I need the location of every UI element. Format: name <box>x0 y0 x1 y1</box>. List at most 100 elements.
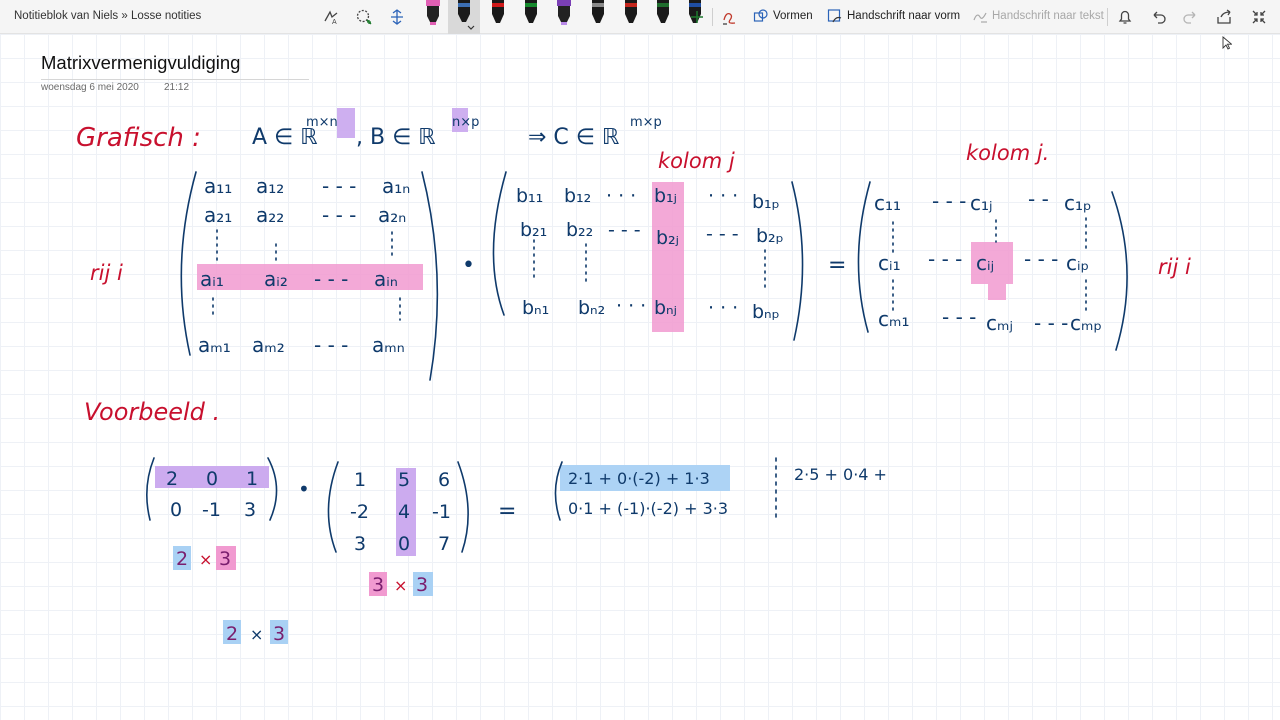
bn1: bₙ₁ <box>522 297 549 319</box>
dimC-rows: 2 <box>226 623 238 645</box>
a-dots-1: - - - <box>322 174 356 198</box>
exB-r1c2: 5 <box>398 469 410 491</box>
ai1: aᵢ₁ <box>200 267 224 291</box>
dimA-rows: 2 <box>176 548 188 570</box>
dimC-times: × <box>250 625 263 644</box>
a-dots-i: - - - <box>314 267 348 291</box>
matrix-A-right-bracket <box>421 171 439 381</box>
kolom-j-label: kolom j <box>658 149 735 173</box>
cmp: cₘₚ <box>1070 311 1102 335</box>
matrix-C: c₁₁ - - - c₁ⱼ - - c₁ₚ cᵢ₁ - - - cᵢⱼ - - … <box>874 187 1102 335</box>
ai2: aᵢ₂ <box>264 267 288 291</box>
b-dots-n: · · · <box>616 295 646 317</box>
voorbeeld-label: Voorbeeld . <box>84 398 220 426</box>
exA-r2c2: -1 <box>202 499 221 521</box>
a2n: a₂ₙ <box>378 203 406 227</box>
example-equals-sign: = <box>498 499 516 524</box>
amn: aₘₙ <box>372 333 405 357</box>
exB-r3c2: 0 <box>398 533 410 555</box>
b-dots-nb: · · · <box>708 297 738 319</box>
a-dots-m: - - - <box>314 333 348 357</box>
cm1: cₘ₁ <box>878 307 909 331</box>
exB-r2c1: -2 <box>350 501 369 523</box>
dimB-rows: 3 <box>372 574 384 596</box>
b1p: b₁ₚ <box>752 191 780 213</box>
bn2: bₙ₂ <box>578 297 605 319</box>
b2p: b₂ₚ <box>756 225 784 247</box>
exA-r1c3: 1 <box>246 468 258 490</box>
b-dots-2b: - - - <box>706 223 739 245</box>
dimension-C: 2 × 3 <box>226 623 285 645</box>
exB-r3c3: 7 <box>438 533 450 555</box>
dimB-cols: 3 <box>416 574 428 596</box>
matrix-B: b₁₁ b₁₂ · · · b₁ⱼ · · · b₁ₚ b₂₁ b₂₂ - - … <box>516 185 784 323</box>
example-matrix-B: 1 5 6 -2 4 -1 3 0 7 <box>350 469 451 555</box>
exA-r1c2: 0 <box>206 468 218 490</box>
a21: a₂₁ <box>204 203 232 227</box>
set-C: ⇒ C ∈ ℝ <box>528 125 619 150</box>
c-dots-1b: - - <box>1028 187 1049 211</box>
highlight-cij-tail <box>988 284 1006 300</box>
a22: a₂₂ <box>256 203 284 227</box>
c-dots-i: - - - <box>928 247 962 271</box>
ex-A-left-bracket <box>146 457 155 521</box>
exA-r2c1: 0 <box>170 499 182 521</box>
matrix-C-left-bracket <box>857 181 871 333</box>
exA-r1c1: 2 <box>166 468 178 490</box>
a11: a₁₁ <box>204 174 232 198</box>
rij-i-label: rij i <box>90 261 123 285</box>
c11: c₁₁ <box>874 191 901 215</box>
exB-r1c1: 1 <box>354 469 366 491</box>
example-side-expression: 2·5 + 0·4 + <box>794 465 887 484</box>
a12: a₁₂ <box>256 174 284 198</box>
matrix-A-left-bracket <box>180 171 197 356</box>
matrix-C-right-bracket <box>1111 191 1128 351</box>
cmj: cₘⱼ <box>986 311 1013 335</box>
grafisch-label: Grafisch : <box>76 123 201 153</box>
b2j: b₂ⱼ <box>656 227 679 249</box>
matrix-B-vdots <box>533 239 766 291</box>
set-B: , B ∈ ℝ <box>356 125 436 150</box>
am2: aₘ₂ <box>252 333 285 357</box>
exB-r3c1: 3 <box>354 533 366 555</box>
b1j: b₁ⱼ <box>654 185 677 207</box>
b-dots-1: · · · <box>606 185 636 207</box>
exB-r2c2: 4 <box>398 501 410 523</box>
highlight-n-A <box>337 108 355 138</box>
matrix-B-left-bracket <box>492 171 507 316</box>
ex-B-right-bracket <box>457 461 469 553</box>
ex-B-left-bracket <box>327 461 339 553</box>
dimA-times: × <box>199 550 212 569</box>
cij: cᵢⱼ <box>976 251 994 275</box>
am1: aₘ₁ <box>198 333 231 357</box>
bnp: bₙₚ <box>752 301 780 323</box>
mouse-cursor-icon <box>1222 36 1233 55</box>
rij-i-label-2: rij i <box>1158 255 1191 279</box>
dimension-B: 3 × 3 <box>372 574 428 596</box>
ci1: cᵢ₁ <box>878 251 901 275</box>
b22: b₂₂ <box>566 219 593 241</box>
b12: b₁₂ <box>564 185 591 207</box>
set-B-exponent: n×p <box>452 115 479 130</box>
ex-A-right-bracket <box>267 457 278 521</box>
dimA-cols: 3 <box>219 548 231 570</box>
c-dots-mb: - - - <box>1034 311 1068 335</box>
example-c11-expression: 2·1 + 0·(-2) + 1·3 <box>568 469 710 488</box>
b21: b₂₁ <box>520 219 547 241</box>
equals-sign: = <box>828 253 846 278</box>
b11: b₁₁ <box>516 185 543 207</box>
c-dots-ib: - - - <box>1024 247 1058 271</box>
bnj: bₙⱼ <box>654 297 677 319</box>
c-dots-m: - - - <box>942 305 976 329</box>
a1n: a₁ₙ <box>382 174 410 198</box>
dimension-A: 2 × 3 <box>176 548 231 570</box>
c1p: c₁ₚ <box>1064 191 1092 215</box>
ink-layer[interactable]: Grafisch : kolom j kolom j. rij i rij i … <box>0 0 1280 720</box>
exA-r2c3: 3 <box>244 499 256 521</box>
b-dots-1b: · · · <box>708 185 738 207</box>
example-c21-expression: 0·1 + (-1)·(-2) + 3·3 <box>568 499 728 518</box>
exB-r1c3: 6 <box>438 469 450 491</box>
exB-r2c3: -1 <box>432 501 451 523</box>
set-C-exponent: m×p <box>630 115 662 130</box>
b-dots-2: - - - <box>608 219 641 241</box>
